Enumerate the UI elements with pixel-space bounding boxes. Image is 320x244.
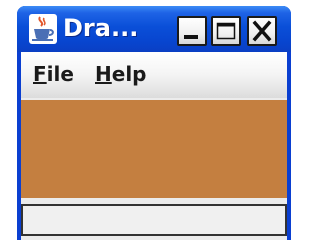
maximize-icon bbox=[216, 22, 236, 40]
menu-file[interactable]: File bbox=[33, 60, 74, 88]
minimize-button[interactable] bbox=[177, 16, 207, 46]
app-window: Dra... File Help bbox=[17, 6, 291, 240]
window-client-area: File Help bbox=[21, 52, 287, 240]
menu-file-mnemonic: F bbox=[33, 62, 47, 86]
menu-help-mnemonic: H bbox=[95, 62, 112, 86]
maximize-button[interactable] bbox=[211, 16, 241, 46]
status-bar bbox=[21, 204, 287, 236]
menu-file-label: ile bbox=[46, 62, 74, 86]
minimize-icon bbox=[184, 35, 198, 39]
close-icon bbox=[252, 20, 272, 42]
java-cup-icon bbox=[29, 14, 57, 44]
close-button[interactable] bbox=[247, 16, 277, 46]
menu-help-label: elp bbox=[111, 62, 147, 86]
window-title: Dra... bbox=[63, 14, 139, 42]
title-bar[interactable]: Dra... bbox=[17, 6, 291, 52]
menu-help[interactable]: Help bbox=[95, 60, 147, 88]
menu-bar: File Help bbox=[21, 52, 287, 98]
drawing-canvas[interactable] bbox=[21, 100, 287, 198]
